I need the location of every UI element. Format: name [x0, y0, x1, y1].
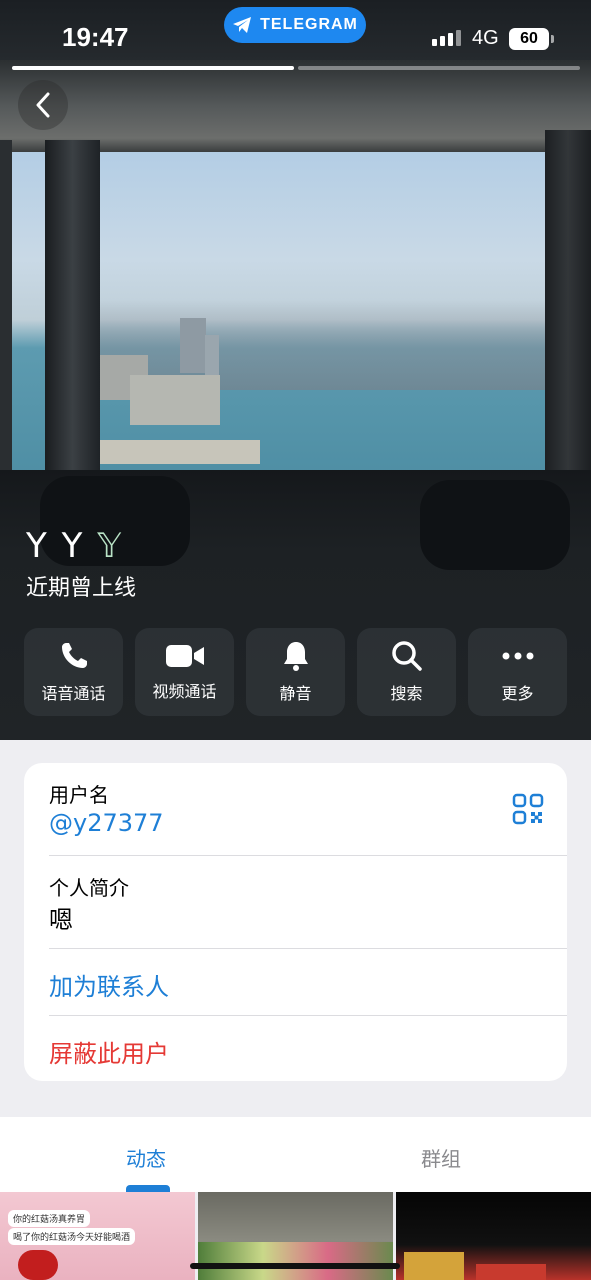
bio-value: 嗯 — [49, 906, 73, 934]
story-thumbnail[interactable] — [396, 1192, 591, 1280]
username-title: 用户名 — [49, 783, 109, 807]
photo-frame — [545, 130, 591, 510]
photo-building — [130, 375, 220, 425]
network-type: 4G — [472, 27, 499, 49]
search-button[interactable]: 搜索 — [357, 628, 456, 716]
last-seen-status: 近期曾上线 — [26, 576, 137, 601]
qr-code-icon[interactable] — [512, 793, 544, 825]
status-bar: 19:47 TELEGRAM 4G 60 — [0, 0, 591, 70]
more-button[interactable]: 更多 — [468, 628, 567, 716]
search-icon — [391, 641, 422, 671]
bio-title: 个人简介 — [49, 876, 129, 900]
thumbnail-decoration — [404, 1252, 464, 1280]
photo-tower — [180, 318, 206, 373]
add-contact-button[interactable]: 加为联系人 — [49, 967, 169, 1002]
chevron-left-icon — [36, 92, 50, 118]
telegram-pill[interactable]: TELEGRAM — [224, 7, 366, 43]
photo-cushion — [420, 480, 570, 570]
username-value[interactable]: @y27377 — [49, 809, 164, 837]
video-call-label: 视频通话 — [152, 682, 217, 701]
bell-icon — [283, 642, 308, 671]
photo-tower — [205, 335, 219, 375]
telegram-icon — [233, 17, 252, 33]
story-progress-active — [12, 66, 294, 70]
photo-curtain — [0, 60, 591, 152]
tab-stories[interactable]: 动态 — [126, 1143, 166, 1172]
bio-row: 个人简介 嗯 — [24, 856, 567, 948]
profile-name-fancy: 𝕐 — [97, 526, 124, 566]
profile-name-text: Y Y — [26, 526, 98, 566]
block-user-button[interactable]: 屏蔽此用户 — [49, 1034, 169, 1069]
signal-icon — [432, 30, 461, 46]
thumbnail-flowers — [198, 1242, 393, 1280]
thumbnail-decoration — [18, 1250, 58, 1280]
photo-frame — [0, 140, 12, 500]
story-progress-pending — [298, 66, 580, 70]
add-contact-row[interactable]: 加为联系人 — [24, 949, 567, 1015]
status-time: 19:47 — [62, 22, 129, 52]
profile-info-card: 用户名 @y27377 个人简介 嗯 加为联系人 屏蔽此用户 — [24, 763, 567, 1081]
voice-call-button[interactable]: 语音通话 — [24, 628, 123, 716]
phone-icon — [61, 643, 87, 668]
tab-active-indicator — [126, 1185, 170, 1192]
home-indicator[interactable] — [190, 1263, 400, 1269]
username-row[interactable]: 用户名 @y27377 — [24, 763, 567, 855]
photo-pier — [95, 440, 260, 464]
search-label: 搜索 — [390, 684, 423, 703]
story-thumbnail[interactable]: 你的红菇汤真养胃 喝了你的红菇汤今天好能喝酒 — [0, 1192, 195, 1280]
mute-label: 静音 — [279, 684, 312, 703]
action-buttons: 语音通话 视频通话 静音 搜索 更多 — [24, 628, 567, 716]
video-call-button[interactable]: 视频通话 — [135, 628, 234, 716]
chat-bubble: 喝了你的红菇汤今天好能喝酒 — [8, 1228, 136, 1245]
battery-icon: 60 — [509, 28, 549, 50]
telegram-pill-label: TELEGRAM — [260, 16, 358, 33]
photo-frame — [45, 140, 100, 480]
mute-button[interactable]: 静音 — [246, 628, 345, 716]
battery-tip — [551, 35, 554, 43]
more-label: 更多 — [501, 684, 534, 703]
voice-call-label: 语音通话 — [41, 684, 106, 703]
block-user-row[interactable]: 屏蔽此用户 — [24, 1016, 567, 1081]
tab-groups[interactable]: 群组 — [421, 1143, 461, 1172]
more-icon — [502, 652, 533, 660]
chat-bubble: 你的红菇汤真养胃 — [8, 1210, 91, 1227]
media-tabs: 动态 群组 — [0, 1117, 591, 1192]
thumbnail-decoration — [476, 1264, 546, 1280]
profile-name: Y Y 𝕐 — [26, 526, 123, 566]
profile-page: 19:47 TELEGRAM 4G 60 Y Y 𝕐 近期曾上线 语音通话 视频… — [0, 0, 591, 1280]
video-icon — [165, 645, 204, 667]
back-button[interactable] — [18, 80, 68, 130]
